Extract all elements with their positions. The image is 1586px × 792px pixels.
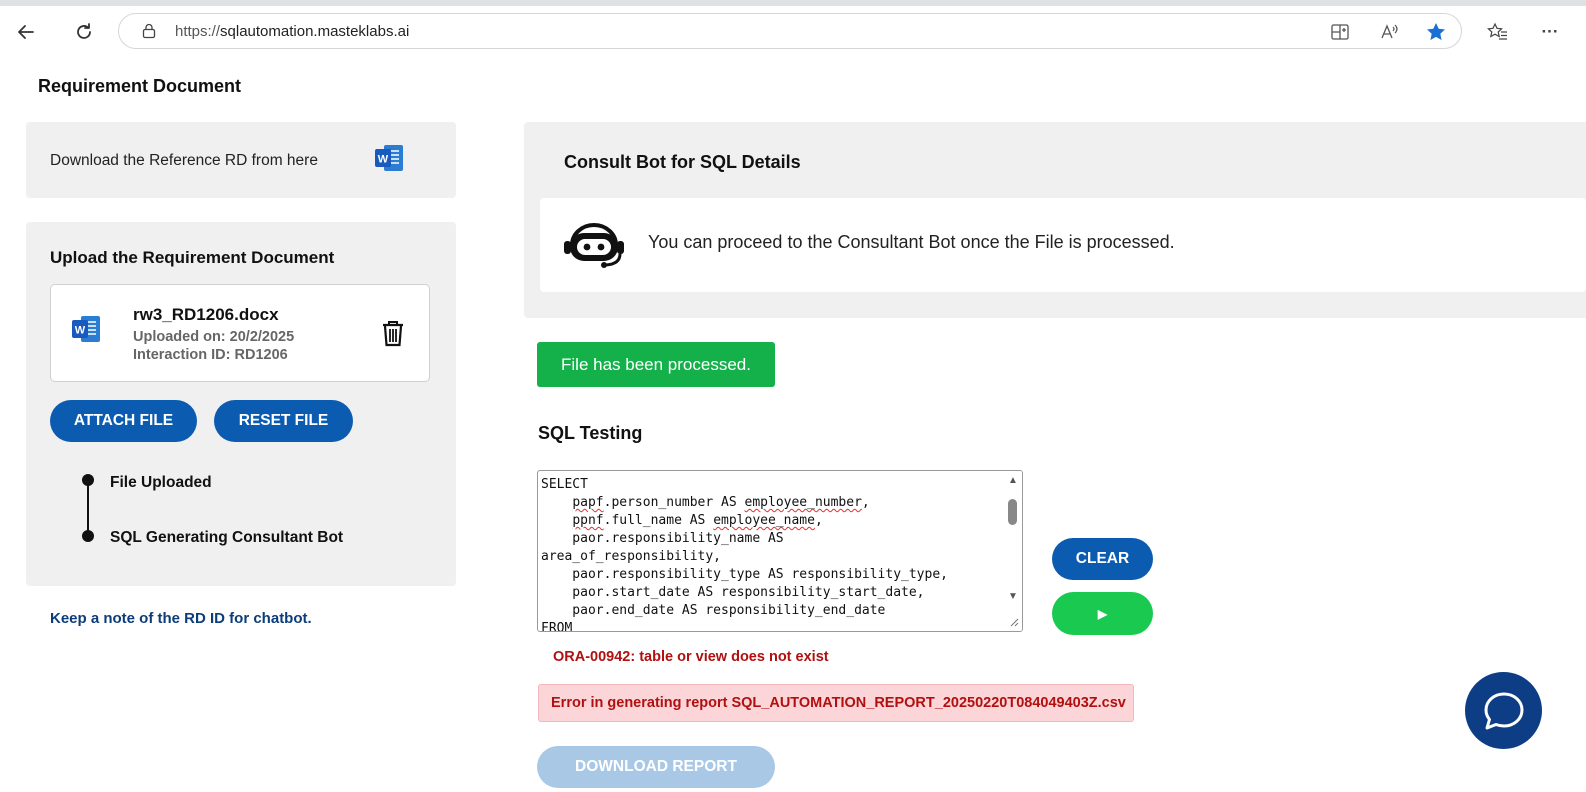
file-uploaded-date: Uploaded on: 20/2/2025 xyxy=(133,329,295,345)
download-report-button[interactable]: DOWNLOAD REPORT xyxy=(537,746,775,788)
rd-id-note: Keep a note of the RD ID for chatbot. xyxy=(50,610,312,627)
favorites-list-icon[interactable] xyxy=(1486,20,1510,44)
sql-line: area_of_responsibility, xyxy=(541,549,722,564)
scroll-up-icon[interactable]: ▲ xyxy=(1008,475,1018,486)
upload-title: Upload the Requirement Document xyxy=(50,248,335,267)
download-reference-text: Download the Reference RD from here xyxy=(50,152,318,169)
consult-bot-title: Consult Bot for SQL Details xyxy=(564,152,801,172)
back-icon[interactable] xyxy=(12,18,40,46)
more-icon[interactable]: ··· xyxy=(1538,20,1562,44)
consult-bot-message: You can proceed to the Consultant Bot on… xyxy=(648,232,1175,252)
play-icon: ▶ xyxy=(1097,606,1108,621)
timeline-step-uploaded: File Uploaded xyxy=(110,474,212,491)
word-doc-icon[interactable]: W xyxy=(374,144,404,172)
timeline-step-consultant-bot: SQL Generating Consultant Bot xyxy=(110,529,344,546)
sql-line: papf.person_number AS employee_number, xyxy=(572,495,870,510)
sql-query-textarea[interactable]: SELECT papf.person_number AS employee_nu… xyxy=(537,470,1023,632)
sql-line: ppnf.full_name AS employee_name, xyxy=(572,513,823,528)
file-interaction-id: Interaction ID: RD1206 xyxy=(133,347,288,363)
run-query-button[interactable]: ▶ xyxy=(1052,592,1153,635)
url-text[interactable]: https://sqlautomation.masteklabs.ai xyxy=(175,23,409,40)
url-host: sqlautomation.masteklabs.ai xyxy=(220,23,410,40)
ora-error-message: ORA-00942: table or view does not exist xyxy=(553,649,829,665)
resize-grip-icon[interactable] xyxy=(1009,617,1019,627)
trash-icon[interactable] xyxy=(381,319,405,347)
bot-headset-icon xyxy=(564,223,624,268)
sql-line: paor.start_date AS responsibility_start_… xyxy=(541,585,925,600)
sql-line: FROM xyxy=(541,621,573,632)
file-name: rw3_RD1206.docx xyxy=(133,305,279,324)
reset-file-button[interactable]: RESET FILE xyxy=(214,400,353,442)
uploaded-file-card: W rw3_RD1206.docx Uploaded on: 20/2/2025… xyxy=(50,284,430,382)
favorite-star-icon[interactable] xyxy=(1424,20,1448,44)
sql-testing-heading: SQL Testing xyxy=(538,423,643,443)
read-aloud-icon[interactable] xyxy=(1377,20,1401,44)
report-error-alert: Error in generating report SQL_AUTOMATIO… xyxy=(538,684,1134,722)
download-reference-panel: Download the Reference RD from here W xyxy=(26,122,456,198)
timeline-dot xyxy=(82,530,94,542)
sql-line: paor.end_date AS responsibility_end_date xyxy=(541,603,886,618)
sql-line: paor.responsibility_name AS xyxy=(541,531,784,546)
sql-line: SELECT xyxy=(541,477,588,492)
chat-icon xyxy=(1484,692,1523,729)
svg-text:W: W xyxy=(75,325,86,337)
consult-bot-card: You can proceed to the Consultant Bot on… xyxy=(540,198,1586,292)
sql-scrollbar[interactable]: ▲ ▼ xyxy=(1004,471,1022,631)
clear-button[interactable]: CLEAR xyxy=(1052,538,1153,580)
svg-text:W: W xyxy=(378,154,389,166)
scroll-down-icon[interactable]: ▼ xyxy=(1008,591,1018,602)
file-processed-badge: File has been processed. xyxy=(537,342,775,387)
sql-line: paor.responsibility_type AS responsibili… xyxy=(541,567,948,582)
word-doc-icon: W xyxy=(72,316,100,342)
refresh-icon[interactable] xyxy=(70,18,98,46)
timeline-dot xyxy=(82,474,94,486)
scroll-thumb[interactable] xyxy=(1008,499,1017,525)
browser-toolbar: https://sqlautomation.masteklabs.ai ··· xyxy=(0,0,1586,56)
address-bar[interactable]: https://sqlautomation.masteklabs.ai xyxy=(118,13,1462,49)
page-title: Requirement Document xyxy=(38,76,242,96)
split-screen-icon[interactable] xyxy=(1328,20,1352,44)
lock-icon[interactable] xyxy=(141,23,157,39)
attach-file-button[interactable]: ATTACH FILE xyxy=(50,400,197,442)
consult-bot-panel: Consult Bot for SQL Details You can proc… xyxy=(524,122,1586,318)
url-protocol: https:// xyxy=(175,23,221,40)
chat-launcher-button[interactable] xyxy=(1465,672,1542,749)
